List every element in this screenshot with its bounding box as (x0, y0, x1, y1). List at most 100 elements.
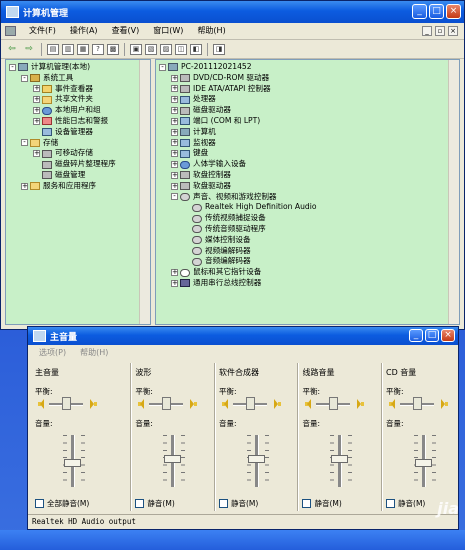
volume-slider[interactable] (245, 433, 271, 489)
checkbox-box[interactable] (135, 499, 145, 508)
expand-icon[interactable]: + (171, 161, 178, 169)
expand-icon[interactable]: + (171, 150, 178, 158)
tree-node[interactable]: + 键盘 (156, 148, 459, 159)
collapse-icon[interactable]: - (9, 63, 16, 71)
expand-icon[interactable]: + (171, 128, 178, 136)
tree-node[interactable]: + 服务和应用程序 (6, 181, 150, 192)
collapse-icon[interactable]: - (21, 74, 28, 82)
help-icon[interactable]: ? (92, 43, 104, 55)
tree-node[interactable]: + 处理器 (156, 94, 459, 105)
mdi-close-button[interactable]: × (448, 26, 458, 36)
tree-node[interactable]: - 声音、视频和游戏控制器 (156, 192, 459, 203)
expand-icon[interactable]: + (171, 182, 178, 190)
menu-help[interactable]: 帮助(H) (73, 345, 115, 361)
back-arrow-icon[interactable]: ⇦ (5, 43, 19, 56)
mute-checkbox[interactable]: 静音(M) (386, 498, 425, 509)
tree-node[interactable]: 视频编解码器 (156, 246, 459, 257)
uninstall-device-icon[interactable]: ◧ (190, 43, 202, 55)
show-hide-tree-icon[interactable]: ▥ (62, 43, 74, 55)
tree-node[interactable]: + 人体学输入设备 (156, 159, 459, 170)
tree-node[interactable]: + 软盘控制器 (156, 170, 459, 181)
up-level-icon[interactable]: ▤ (47, 43, 59, 55)
tree-node[interactable]: - PC-201112021452 (156, 62, 459, 73)
volume-slider[interactable] (328, 433, 354, 489)
mute-checkbox[interactable]: 静音(M) (218, 498, 258, 509)
menu-file[interactable]: 文件(F) (22, 23, 63, 39)
expand-icon[interactable]: + (33, 150, 40, 158)
tree-node[interactable]: Realtek High Definition Audio (156, 202, 459, 213)
menu-options[interactable]: 选项(P) (32, 345, 73, 361)
volume-slider[interactable] (161, 433, 187, 489)
balance-slider[interactable] (302, 396, 372, 412)
expand-icon[interactable]: + (171, 85, 178, 93)
disable-device-icon[interactable]: ◫ (175, 43, 187, 55)
minimize-button[interactable]: _ (412, 4, 427, 19)
expand-icon[interactable]: + (171, 96, 178, 104)
expand-icon[interactable]: + (171, 74, 178, 82)
tree-node[interactable]: 磁盘管理 (6, 170, 150, 181)
close-button[interactable]: × (441, 329, 455, 342)
expand-icon[interactable]: + (171, 269, 178, 277)
volume-thumb[interactable] (64, 459, 81, 467)
tree-node[interactable]: 音频编解码器 (156, 256, 459, 267)
checkbox-box[interactable] (218, 499, 228, 508)
tree-node[interactable]: 设备管理器 (6, 127, 150, 138)
expand-icon[interactable]: + (33, 85, 40, 93)
tree-node[interactable]: + 可移动存储 (6, 148, 150, 159)
system-menu-icon[interactable] (5, 26, 16, 36)
menu-help[interactable]: 帮助(H) (190, 23, 232, 39)
expand-icon[interactable]: + (33, 107, 40, 115)
update-driver-icon[interactable]: ▨ (160, 43, 172, 55)
balance-thumb[interactable] (162, 397, 172, 410)
mute-checkbox[interactable]: 全部静音(M) (35, 498, 89, 509)
balance-slider[interactable] (386, 396, 456, 412)
tree-node[interactable]: - 系统工具 (6, 73, 150, 84)
checkbox-box[interactable] (35, 499, 44, 508)
balance-slider[interactable] (219, 396, 289, 412)
volume-slider[interactable] (412, 433, 438, 489)
scan-hardware-icon[interactable]: ▧ (145, 43, 157, 55)
expand-icon[interactable]: + (171, 117, 178, 125)
minimize-button[interactable]: _ (409, 329, 423, 342)
mdi-minimize-button[interactable]: _ (422, 26, 432, 36)
maximize-button[interactable]: □ (425, 329, 439, 342)
tree-node[interactable]: - 计算机管理(本地) (6, 62, 150, 73)
mdi-restore-button[interactable]: ▫ (435, 26, 445, 36)
tree-node[interactable]: + 监视器 (156, 138, 459, 149)
mute-checkbox[interactable]: 静音(M) (135, 498, 175, 509)
export-list-icon[interactable]: ▦ (77, 43, 89, 55)
expand-icon[interactable]: + (33, 117, 40, 125)
tree-node[interactable]: + 端口 (COM 和 LPT) (156, 116, 459, 127)
checkbox-box[interactable] (302, 499, 312, 508)
balance-thumb[interactable] (62, 397, 71, 410)
expand-icon[interactable]: + (171, 279, 178, 287)
tree-node[interactable]: + 软盘驱动器 (156, 181, 459, 192)
menu-view[interactable]: 查看(V) (105, 23, 147, 39)
volume-thumb[interactable] (247, 455, 265, 463)
expand-icon[interactable]: + (171, 107, 178, 115)
tree-node[interactable]: + 事件查看器 (6, 84, 150, 95)
balance-thumb[interactable] (413, 397, 423, 410)
balance-thumb[interactable] (245, 397, 255, 410)
balance-slider[interactable] (135, 396, 205, 412)
tree-node[interactable]: 传统视频捕捉设备 (156, 213, 459, 224)
title-bar[interactable]: 主音量 _ □ × (28, 327, 458, 345)
tree-node[interactable]: + DVD/CD-ROM 驱动器 (156, 73, 459, 84)
tree-node[interactable]: + 计算机 (156, 127, 459, 138)
tree-node[interactable]: + 本地用户和组 (6, 105, 150, 116)
checkbox-box[interactable] (386, 499, 396, 508)
tree-node[interactable]: + IDE ATA/ATAPI 控制器 (156, 84, 459, 95)
menu-window[interactable]: 窗口(W) (146, 23, 190, 39)
expand-icon[interactable]: + (21, 182, 28, 190)
expand-icon[interactable]: + (33, 96, 40, 104)
tree-node[interactable]: + 磁盘驱动器 (156, 105, 459, 116)
tree-node[interactable]: 媒体控制设备 (156, 235, 459, 246)
volume-slider[interactable] (61, 433, 87, 489)
volume-thumb[interactable] (331, 455, 349, 463)
balance-slider[interactable] (35, 396, 105, 412)
tree-node[interactable]: + 共享文件夹 (6, 94, 150, 105)
vertical-scrollbar[interactable] (448, 60, 459, 324)
tree-node[interactable]: - 存储 (6, 138, 150, 149)
maximize-button[interactable]: □ (429, 4, 444, 19)
tree-node[interactable]: 磁盘碎片整理程序 (6, 159, 150, 170)
